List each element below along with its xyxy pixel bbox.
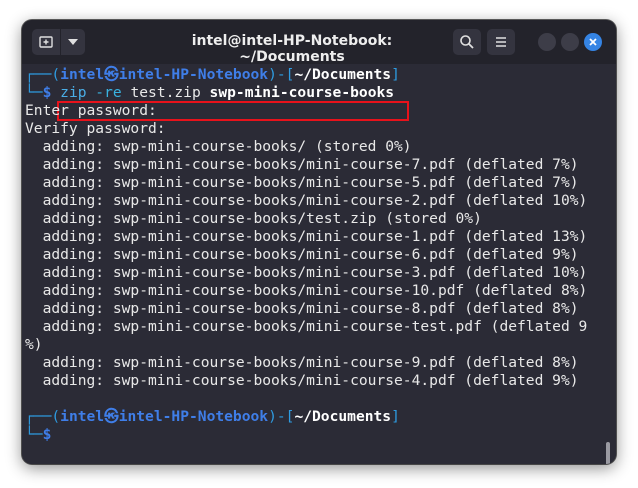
output-line: adding: swp-mini-course-books/mini-cours… [25, 300, 579, 317]
menu-button[interactable] [487, 29, 515, 55]
search-icon [460, 35, 474, 49]
output-line: adding: swp-mini-course-books/mini-cours… [25, 372, 579, 389]
search-button[interactable] [453, 29, 481, 55]
hamburger-menu-icon [496, 37, 506, 47]
output-line: adding: swp-mini-course-books/ (stored 0… [25, 138, 412, 155]
output-line: adding: swp-mini-course-books/mini-cours… [25, 282, 588, 299]
terminal-window: intel@intel-HP-Notebook: ~/Documents ┌──… [22, 20, 616, 464]
output-line: adding: swp-mini-course-books/mini-cours… [25, 174, 579, 191]
command-flag: -re [86, 84, 122, 101]
output-line: Enter password: [25, 102, 157, 119]
prompt-line-top: ┌──(intel㉿intel-HP-Notebook)-[~/Document… [25, 408, 400, 425]
new-tab-icon [39, 36, 53, 48]
command-line: └─$ zip -re test.zip swp-mini-course-boo… [25, 84, 395, 101]
window-title: intel@intel-HP-Notebook: ~/Documents [191, 33, 393, 65]
prompt-line-top: ┌──(intel㉿intel-HP-Notebook)-[~/Document… [25, 66, 400, 83]
output-line: %) [25, 336, 43, 353]
output-line: Verify password: [25, 120, 166, 137]
output-line: adding: swp-mini-course-books/mini-cours… [25, 228, 588, 245]
title-bar: intel@intel-HP-Notebook: ~/Documents [22, 20, 616, 65]
scrollbar[interactable] [606, 442, 610, 464]
chevron-down-icon [68, 39, 78, 45]
output-line: adding: swp-mini-course-books/mini-cours… [25, 156, 579, 173]
output-line: adding: swp-mini-course-books/mini-cours… [25, 318, 588, 335]
output-line: adding: swp-mini-course-books/mini-cours… [25, 192, 588, 209]
minimize-button[interactable] [538, 33, 556, 51]
terminal-output[interactable]: ┌──(intel㉿intel-HP-Notebook)-[~/Document… [22, 64, 616, 464]
output-line: adding: swp-mini-course-books/mini-cours… [25, 354, 579, 371]
output-line: adding: swp-mini-course-books/mini-cours… [25, 246, 579, 263]
new-tab-button[interactable] [32, 29, 60, 55]
command-arg: test.zip [121, 84, 210, 101]
maximize-button[interactable] [561, 33, 579, 51]
close-icon [589, 38, 597, 46]
output-line: adding: swp-mini-course-books/test.zip (… [25, 210, 482, 227]
tab-menu-dropdown-button[interactable] [61, 29, 85, 55]
command-arg-folder: swp-mini-course-books [209, 84, 395, 101]
command-name: zip [60, 84, 87, 101]
output-line: adding: swp-mini-course-books/mini-cours… [25, 264, 588, 281]
prompt-line-input: └─$ [25, 426, 52, 443]
close-button[interactable] [584, 33, 602, 51]
